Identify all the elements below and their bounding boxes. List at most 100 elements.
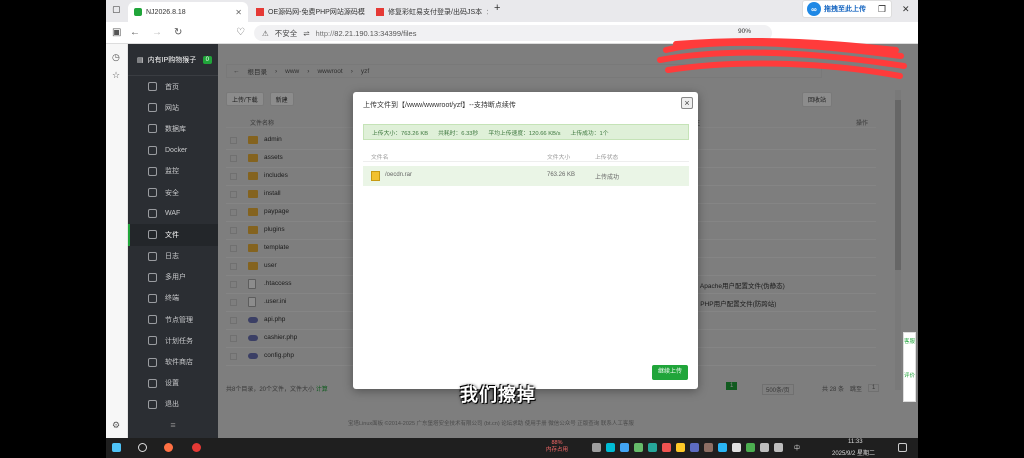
sidebar-item[interactable]: 首页 [128,76,218,97]
tab-bar: ▢ NJ2026.8.18 ✕ OE源码网-免费PHP网站源码模 ✕ 修复彩虹易… [106,0,918,22]
sidebar-item[interactable]: 数据库 [128,118,218,139]
red-scribble-redaction [657,37,907,79]
warning-icon: ⚠ [262,28,269,38]
close-tab-icon[interactable]: ✕ [235,8,242,17]
forward-icon[interactable]: → [152,27,162,38]
col-filesize: 文件大小 [547,155,571,161]
settings-gear-icon[interactable]: ⚙ [112,420,120,431]
sidebar-item[interactable]: 节点管理 [128,309,218,330]
upload-success-count: 上传成功：1个 [570,130,609,137]
back-icon[interactable]: ← [130,27,140,38]
link-icon: ∞ [807,2,821,16]
sidebar-item-label: 退出 [165,401,179,409]
favorite-icon[interactable]: ♡ [236,27,245,38]
continue-upload-button[interactable]: 继续上传 [652,365,688,380]
app-icon[interactable] [676,443,685,452]
browser-side-rail: ◷ ☆ ⚙ [106,44,128,438]
sidebar-item[interactable]: 多用户 [128,267,218,288]
sidebar-item-label: 节点管理 [165,316,193,324]
zoom-level[interactable]: 90% [738,28,751,35]
video-subtitle: 我们擦掉 [460,385,536,405]
close-window-icon[interactable]: ✕ [902,4,910,15]
sidebar-toggle-icon[interactable]: ▣ [112,27,121,38]
menu-icon [148,251,157,261]
dialog-close-button[interactable]: × [681,97,693,109]
app-icon[interactable] [662,443,671,452]
oe-favicon-icon [376,8,384,16]
app-icon[interactable] [620,443,629,452]
url-path: 82.21.190.13:34399/files [334,28,417,38]
notification-icon[interactable] [898,443,907,452]
sidebar-item[interactable]: WAF [128,203,218,224]
clock-time[interactable]: 11:33 [848,439,863,445]
sidebar-item[interactable]: 计划任务 [128,330,218,351]
record-icon[interactable] [192,443,201,452]
sidebar-item[interactable]: Docker [128,140,218,161]
sidebar-item[interactable]: 软件商店 [128,351,218,372]
sidebar-item[interactable]: 终端 [128,288,218,309]
app-icon[interactable] [732,443,741,452]
menu-icon [148,145,157,155]
collapse-menu-icon[interactable]: ≡ [128,420,218,430]
sidebar-item[interactable]: 监控 [128,161,218,182]
tab-label: OE源码网-免费PHP网站源码模 [268,9,365,16]
app-icon[interactable] [648,443,657,452]
windows-start-icon[interactable] [112,443,121,452]
tab-label: NJ2026.8.18 [146,8,186,16]
windows-taskbar: 88% 内存占用 中 11:33 2025/9/2 星期二 [106,438,918,458]
upload-file-status: 上传成功 [595,175,620,181]
oe-favicon-icon [256,8,264,16]
search-icon[interactable] [138,443,147,452]
favorites-icon[interactable]: ☆ [112,70,120,81]
history-icon[interactable]: ◷ [112,52,120,63]
sidebar-item-label: 首页 [165,83,179,91]
network-icon[interactable] [760,443,769,452]
menu-icon [148,378,157,388]
memory-label: 内存占用 [546,447,569,453]
sidebar-item-label: 计划任务 [165,337,193,345]
tab-nj2026[interactable]: NJ2026.8.18 ✕ [128,2,248,22]
tab-actions-icon[interactable]: ▢ [112,4,121,15]
upload-size: 上传大小：763.26 KB [372,130,429,137]
tab-oe-source[interactable]: OE源码网-免费PHP网站源码模 ✕ [250,2,368,22]
sidebar-item-label: 日志 [165,253,179,261]
mic-icon[interactable] [592,443,601,452]
support-link[interactable]: 客服 [904,337,915,345]
upload-dialog: 上传文件到【/www/wwwroot/yzf】--支持断点续传 × 上传大小：7… [353,92,698,389]
new-tab-button[interactable]: + [494,2,500,14]
sidebar-item[interactable]: 文件 [128,224,218,246]
wechat-icon[interactable] [634,443,643,452]
firefox-icon[interactable] [164,443,173,452]
col-filename: 文件名 [371,155,389,161]
sidebar-item[interactable]: 退出 [128,394,218,415]
tab-rainbow-pay[interactable]: 修复彩虹易支付登录/出码JS本 ✕ [370,2,488,22]
menu-icon [148,315,157,325]
nvidia-icon[interactable] [746,443,755,452]
restore-window-icon[interactable]: ❐ [878,4,886,15]
menu-icon [148,399,157,409]
clock-date[interactable]: 2025/9/2 星期二 [832,448,875,457]
ime-indicator[interactable]: 中 [794,443,800,452]
sidebar-item[interactable]: 网站 [128,97,218,118]
reload-icon[interactable]: ↻ [174,27,182,38]
col-status: 上传状态 [595,155,619,161]
sidebar-item-label: 多用户 [165,274,186,282]
upload-speed: 平均上传速度：120.66 KB/s [488,130,561,137]
volume-icon[interactable] [774,443,783,452]
tab-label: 修复彩虹易支付登录/出码JS本 [388,9,483,16]
sidebar-item-label: 监控 [165,168,179,176]
sidebar-item[interactable]: 设置 [128,373,218,394]
close-tab-icon[interactable]: ✕ [486,8,488,17]
app-icon[interactable] [690,443,699,452]
app-icon[interactable] [606,443,615,452]
memory-percent: 88% [551,440,563,446]
sidebar-item[interactable]: 日志 [128,246,218,267]
app-icon[interactable] [704,443,713,452]
app-icon[interactable] [718,443,727,452]
support-float-panel[interactable]: 客服 评价 [903,332,916,402]
server-name: 内有IP购物猴子 [147,56,197,64]
review-link[interactable]: 评价 [904,371,915,379]
sidebar-item[interactable]: 安全 [128,182,218,203]
menu-icon [148,188,157,198]
alert-count-badge: 0 [202,55,212,64]
